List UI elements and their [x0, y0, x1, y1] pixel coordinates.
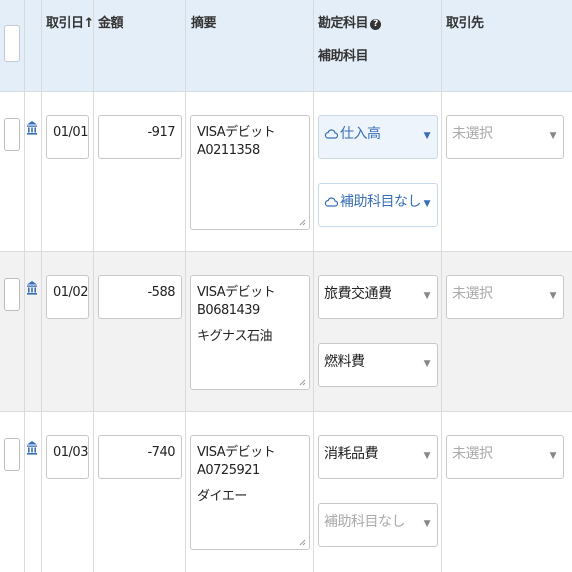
memo-line: VISAデビット A0725921	[197, 445, 276, 478]
memo-header: 摘要	[191, 16, 217, 31]
caret-down-icon: ▼	[549, 291, 557, 301]
column-divider	[441, 0, 442, 572]
subaccount-header: 補助科目	[318, 49, 369, 64]
account-header: 勘定科目?	[318, 14, 382, 34]
amount-input[interactable]: -917	[98, 115, 182, 159]
row-checkbox[interactable]	[4, 278, 20, 311]
partner-value: 未選択	[452, 126, 493, 142]
memo-textarea[interactable]: VISAデビット B0681439 キグナス石油	[190, 275, 310, 390]
date-input[interactable]: 01/03	[46, 435, 89, 479]
select-all-checkbox[interactable]	[4, 25, 20, 62]
row-checkbox[interactable]	[4, 438, 20, 471]
resize-handle-icon[interactable]	[299, 539, 306, 546]
date-input[interactable]: 01/01	[46, 115, 89, 159]
subaccount-value: 補助科目なし	[340, 194, 422, 210]
partner-select[interactable]: 未選択 ▼	[446, 115, 564, 159]
caret-down-icon: ▼	[549, 131, 557, 141]
bank-icon[interactable]	[26, 280, 38, 296]
row-checkbox[interactable]	[4, 118, 20, 151]
resize-handle-icon[interactable]	[299, 219, 306, 226]
column-divider	[93, 0, 94, 572]
bank-icon[interactable]	[26, 440, 38, 456]
account-value: 旅費交通費	[324, 286, 392, 302]
memo-line: キグナス石油	[197, 329, 273, 344]
subaccount-select[interactable]: 補助科目なし ▼	[318, 503, 438, 547]
caret-down-icon: ▼	[423, 519, 431, 529]
sort-arrow-icon: ↑	[83, 16, 95, 31]
account-value: 消耗品費	[324, 446, 379, 462]
column-divider	[24, 0, 25, 572]
column-divider	[41, 0, 42, 572]
memo-textarea[interactable]: VISAデビット A0725921 ダイエー	[190, 435, 310, 550]
caret-down-icon: ▼	[423, 359, 431, 369]
amount-input[interactable]: -740	[98, 435, 182, 479]
amount-input[interactable]: -588	[98, 275, 182, 319]
account-select[interactable]: 仕入高 ▼	[318, 115, 438, 159]
account-header-label: 勘定科目	[318, 16, 369, 31]
resize-handle-icon[interactable]	[299, 379, 306, 386]
subaccount-select[interactable]: 燃料費 ▼	[318, 343, 438, 387]
partner-select[interactable]: 未選択 ▼	[446, 275, 564, 319]
subaccount-value: 燃料費	[324, 354, 365, 370]
caret-down-icon: ▼	[549, 451, 557, 461]
subaccount-select[interactable]: 補助科目なし ▼	[318, 183, 438, 227]
help-icon[interactable]: ?	[370, 19, 382, 30]
sort-by-date[interactable]: 取引日↑	[46, 14, 94, 34]
column-divider	[313, 0, 314, 572]
memo-line: ダイエー	[197, 489, 247, 504]
caret-down-icon: ▼	[423, 131, 431, 141]
memo-textarea[interactable]: VISAデビット A0211358	[190, 115, 310, 230]
account-select[interactable]: 消耗品費 ▼	[318, 435, 438, 479]
date-input[interactable]: 01/02	[46, 275, 89, 319]
column-divider	[185, 0, 186, 572]
memo-line: VISAデビット A0211358	[197, 125, 276, 158]
caret-down-icon: ▼	[423, 451, 431, 461]
amount-header: 金額	[98, 16, 124, 31]
bank-icon[interactable]	[26, 120, 38, 136]
account-select[interactable]: 旅費交通費 ▼	[318, 275, 438, 319]
date-header: 取引日	[46, 16, 84, 31]
partner-value: 未選択	[452, 446, 493, 462]
partner-value: 未選択	[452, 286, 493, 302]
cloud-icon	[324, 197, 338, 207]
account-value: 仕入高	[340, 126, 381, 142]
memo-line: VISAデビット B0681439	[197, 285, 276, 318]
subaccount-value: 補助科目なし	[324, 514, 406, 530]
caret-down-icon: ▼	[423, 291, 431, 301]
partner-select[interactable]: 未選択 ▼	[446, 435, 564, 479]
partner-header: 取引先	[446, 16, 484, 31]
cloud-icon	[324, 129, 338, 139]
caret-down-icon: ▼	[423, 199, 431, 209]
